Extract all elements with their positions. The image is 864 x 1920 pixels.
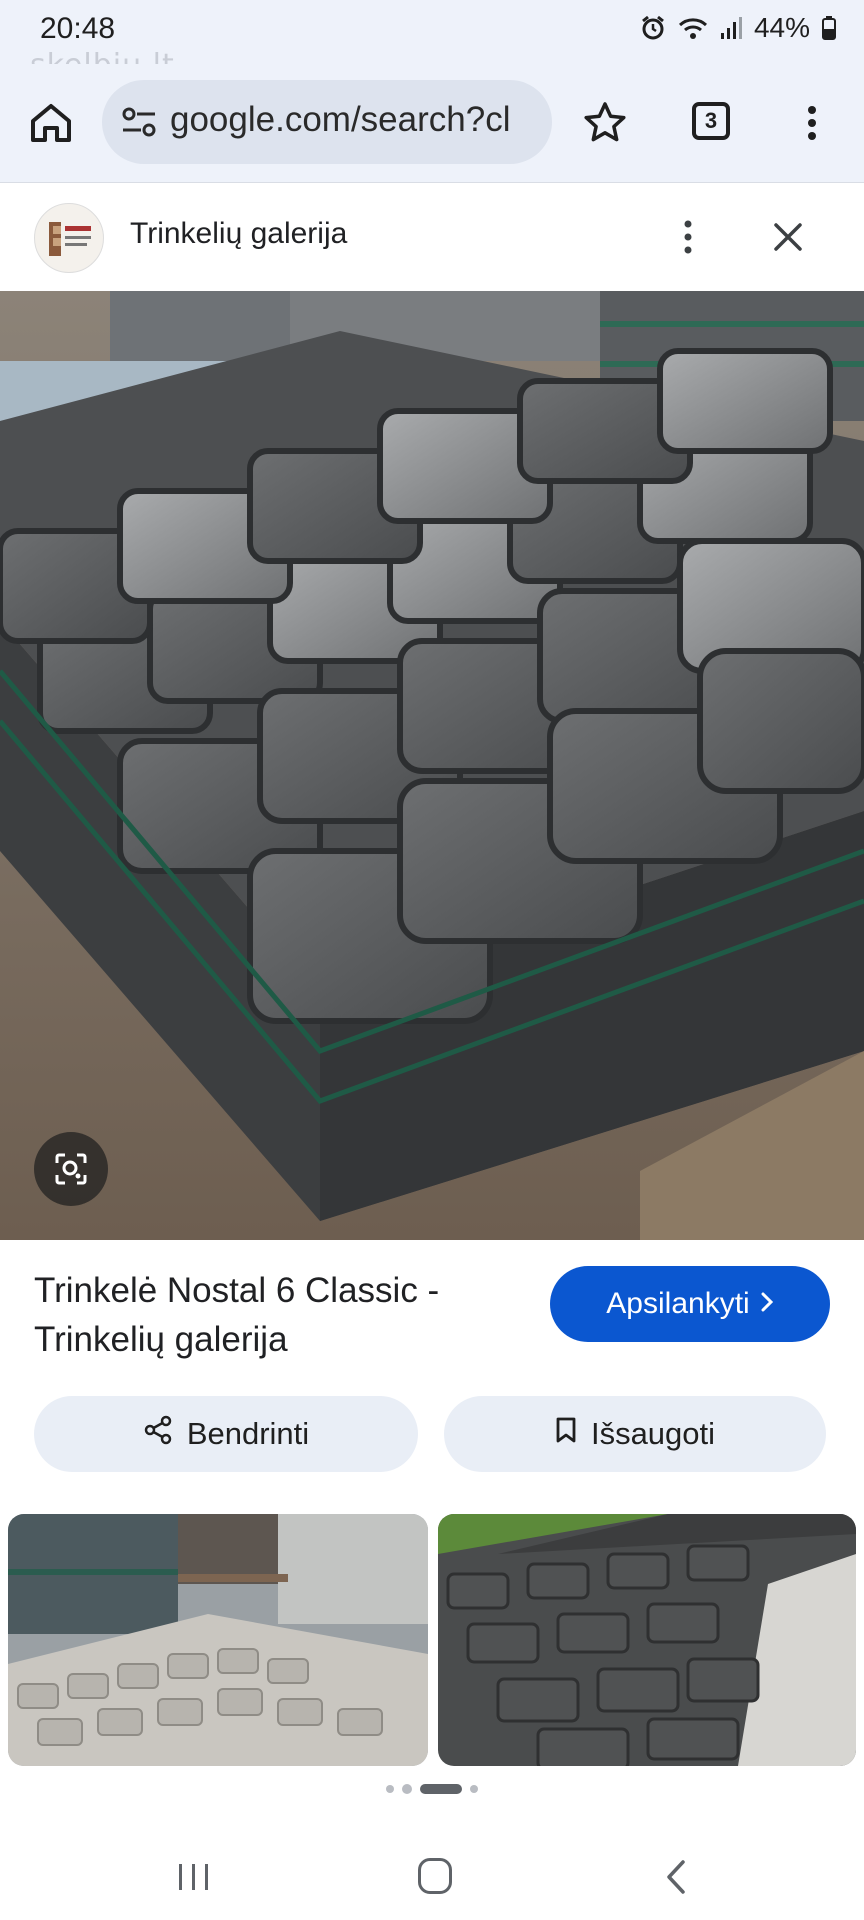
more-vert-icon[interactable] (800, 100, 824, 146)
site-name[interactable]: Trinkelių galerija (130, 217, 347, 251)
alarm-icon (640, 15, 666, 41)
related-image-thumbnail[interactable] (8, 1514, 428, 1766)
share-button-label: Bendrinti (186, 1416, 310, 1451)
result-title[interactable]: Trinkelė Nostal 6 Classic - Trinkelių ga… (34, 1266, 524, 1364)
recent-apps-icon[interactable] (176, 1860, 212, 1894)
visit-button[interactable]: Apsilankyti (550, 1266, 830, 1342)
signal-icon (720, 16, 742, 40)
tabs-icon[interactable]: 3 (692, 102, 730, 140)
main-product-image[interactable] (0, 291, 864, 1240)
site-logo[interactable] (34, 203, 104, 273)
star-icon[interactable] (582, 100, 628, 146)
browser-toolbar: google.com/search?cl 3 (0, 64, 864, 182)
pagination-dot[interactable] (470, 1785, 478, 1793)
related-image-thumbnail[interactable] (438, 1514, 856, 1766)
tune-icon[interactable] (120, 104, 158, 140)
nav-back-icon[interactable] (664, 1858, 688, 1896)
system-nav-bar (0, 1838, 864, 1920)
url-text[interactable]: google.com/search?cl (170, 100, 510, 140)
battery-icon (822, 16, 836, 40)
share-button[interactable]: Bendrinti (34, 1396, 418, 1472)
nav-home-icon[interactable] (418, 1858, 452, 1894)
home-icon[interactable] (28, 100, 74, 146)
close-icon[interactable] (768, 217, 808, 257)
carousel-pagination (0, 1784, 864, 1794)
battery-percent: 44% (753, 12, 810, 43)
more-vert-icon[interactable] (674, 217, 702, 257)
pagination-dot-active[interactable] (420, 1784, 462, 1794)
save-button-label: Išsaugoti (590, 1416, 716, 1451)
address-bar[interactable]: google.com/search?cl (102, 80, 552, 164)
bookmark-icon (555, 1416, 577, 1452)
chevron-right-icon (760, 1287, 774, 1321)
share-icon (143, 1415, 173, 1453)
pagination-dot[interactable] (386, 1785, 394, 1793)
wifi-icon (678, 16, 708, 40)
result-header: Trinkelių galerija (0, 183, 864, 291)
pagination-dot[interactable] (402, 1784, 412, 1794)
status-icons: 44% (640, 12, 836, 44)
lens-icon[interactable] (34, 1132, 108, 1206)
save-button[interactable]: Išsaugoti (444, 1396, 826, 1472)
visit-button-label: Apsilankyti (606, 1287, 750, 1320)
status-time: 20:48 (40, 12, 116, 45)
